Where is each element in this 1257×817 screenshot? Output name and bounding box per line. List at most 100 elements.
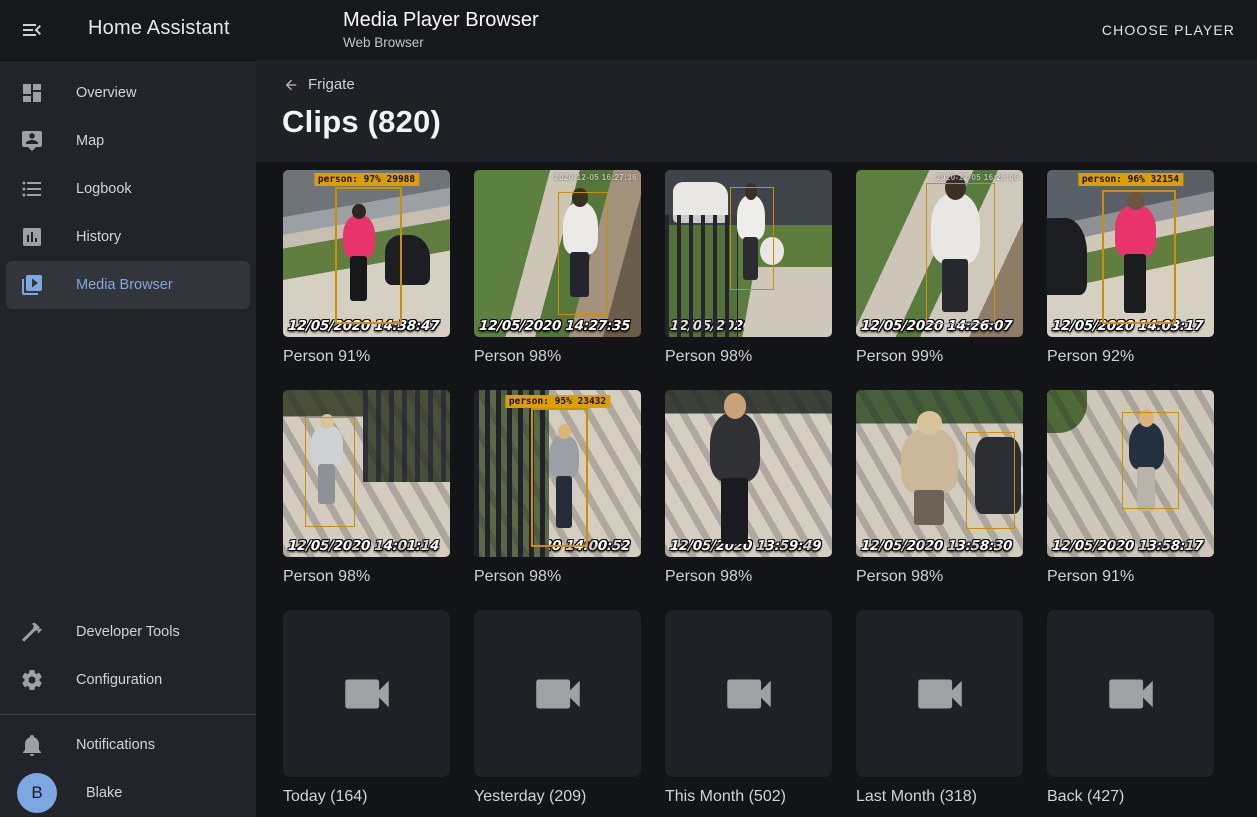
clips-title: Clips (820) xyxy=(282,104,441,140)
sidebar-item-label: Logbook xyxy=(76,181,132,197)
sidebar-item-overview[interactable]: Overview xyxy=(6,69,250,117)
detection-bounding-box xyxy=(1122,412,1179,509)
clip-card: 12/05/2020 13:59:49 Person 98% xyxy=(665,390,832,588)
folder-card-this-month: This Month (502) xyxy=(665,610,832,808)
folder-tile[interactable] xyxy=(856,610,1023,777)
sidebar-bottom-nav: Developer Tools Configuration Notificati… xyxy=(0,600,256,817)
stroller-figure xyxy=(1047,218,1087,295)
hammer-icon xyxy=(20,620,44,644)
folder-tile[interactable] xyxy=(1047,610,1214,777)
app-window: Home Assistant Media Player Browser Web … xyxy=(0,0,1257,817)
camera-timestamp: 2020-12-05 16:27:36 xyxy=(554,173,637,182)
arrow-left-icon xyxy=(283,77,299,93)
page-subtitle: Web Browser xyxy=(343,35,539,50)
page-title: Media Player Browser xyxy=(343,9,539,32)
clip-thumbnail[interactable]: 12/05/2020 13:59:49 xyxy=(665,390,832,557)
detection-bounding-box xyxy=(1102,190,1175,324)
clip-timestamp: 12/05/2020 13:58:17 xyxy=(1051,538,1203,554)
clip-thumbnail[interactable]: person: 95% 23432 12/05/2020 14:00:52 xyxy=(474,390,641,557)
sidebar-item-user-profile[interactable]: B Blake xyxy=(6,769,250,817)
play-box-multiple-icon xyxy=(20,273,44,297)
sidebar-item-label: Configuration xyxy=(76,672,162,688)
app-title: Home Assistant xyxy=(88,17,230,40)
clip-card: person: 97% 29988 12/05/2020 14:38:47 Pe… xyxy=(283,170,450,368)
folder-label: This Month (502) xyxy=(665,786,832,808)
video-camera-icon xyxy=(720,665,778,723)
video-camera-icon xyxy=(529,665,587,723)
folder-tile[interactable] xyxy=(474,610,641,777)
clip-thumbnail[interactable]: person: 97% 29988 12/05/2020 14:38:47 xyxy=(283,170,450,337)
sidebar-item-label: Developer Tools xyxy=(76,624,180,640)
clip-card: 12/05/2020 13:58:17 Person 91% xyxy=(1047,390,1214,588)
folder-label: Yesterday (209) xyxy=(474,786,641,808)
clip-caption: Person 98% xyxy=(474,346,641,368)
sidebar-item-notifications[interactable]: Notifications xyxy=(6,721,250,769)
clip-caption: Person 92% xyxy=(1047,346,1214,368)
sidebar-item-map[interactable]: Map xyxy=(6,117,250,165)
folder-label: Today (164) xyxy=(283,786,450,808)
video-camera-icon xyxy=(338,665,396,723)
folder-card-yesterday: Yesterday (209) xyxy=(474,610,641,808)
media-grid: person: 97% 29988 12/05/2020 14:38:47 Pe… xyxy=(283,170,1257,808)
clip-timestamp: 12/05/2020 14:27:35 xyxy=(478,318,630,334)
folder-tile[interactable] xyxy=(283,610,450,777)
sidebar-item-label: Notifications xyxy=(76,737,155,753)
clip-card: 2020-12-05 16:26:06 12/05/2020 14:26:07 … xyxy=(856,170,1023,368)
clip-card: 12/05/2020 13:58:30 Person 98% xyxy=(856,390,1023,588)
sidebar-nav: Overview Map Logbook History xyxy=(0,61,256,309)
sidebar-item-configuration[interactable]: Configuration xyxy=(6,656,250,704)
detection-label: person: 96% 32154 xyxy=(1078,173,1183,186)
list-icon xyxy=(20,177,44,201)
video-camera-icon xyxy=(1102,665,1160,723)
clip-card: 2020-12-05 16:27:36 12/05/2020 14:27:35 … xyxy=(474,170,641,368)
clip-caption: Person 91% xyxy=(283,346,450,368)
clip-thumbnail[interactable]: 12/05/2020 13:58:30 xyxy=(856,390,1023,557)
folder-tile[interactable] xyxy=(665,610,832,777)
fence-figure xyxy=(363,390,450,482)
clip-caption: Person 98% xyxy=(665,566,832,588)
clip-thumbnail[interactable]: person: 96% 32154 12/05/2020 14:03:17 xyxy=(1047,170,1214,337)
sidebar-item-history[interactable]: History xyxy=(6,213,250,261)
video-camera-icon xyxy=(911,665,969,723)
clip-thumbnail[interactable]: 12/05/2020 14:01:14 xyxy=(283,390,450,557)
clip-thumbnail[interactable]: 2020-12-05 16:27:36 12/05/2020 14:27:35 xyxy=(474,170,641,337)
detection-bounding-box xyxy=(558,192,608,316)
avatar: B xyxy=(17,773,57,813)
folder-card-today: Today (164) xyxy=(283,610,450,808)
top-bar: Home Assistant Media Player Browser Web … xyxy=(0,0,1257,60)
sidebar-item-label: History xyxy=(76,229,121,245)
bush-figure xyxy=(1047,390,1087,433)
chart-box-icon xyxy=(20,225,44,249)
menu-open-icon[interactable] xyxy=(20,18,44,42)
breadcrumb-frigate[interactable]: Frigate xyxy=(283,76,355,93)
sidebar-item-logbook[interactable]: Logbook xyxy=(6,165,250,213)
page-header: Media Player Browser Web Browser xyxy=(343,9,539,50)
clip-timestamp: 12/05/2020 14:01:14 xyxy=(287,538,439,554)
fence-figure xyxy=(665,215,738,337)
clip-card: person: 95% 23432 12/05/2020 14:00:52 Pe… xyxy=(474,390,641,588)
choose-player-button[interactable]: CHOOSE PLAYER xyxy=(1096,18,1241,42)
clip-thumbnail[interactable]: 2020-12-05 16:26:06 12/05/2020 14:26:07 xyxy=(856,170,1023,337)
sidebar: Overview Map Logbook History xyxy=(0,60,256,817)
sidebar-divider xyxy=(0,714,256,715)
clip-thumbnail[interactable]: 12/05/2020 13:58:17 xyxy=(1047,390,1214,557)
clip-thumbnail[interactable]: 12/05/2020 14:26:46 xyxy=(665,170,832,337)
folder-card-back: Back (427) xyxy=(1047,610,1214,808)
clip-card: 12/05/2020 14:01:14 Person 98% xyxy=(283,390,450,588)
sidebar-item-label: Overview xyxy=(76,85,136,101)
folder-card-last-month: Last Month (318) xyxy=(856,610,1023,808)
gear-icon xyxy=(20,668,44,692)
user-name: Blake xyxy=(86,785,122,801)
clip-caption: Person 99% xyxy=(856,346,1023,368)
clip-card: 12/05/2020 14:26:46 Person 98% xyxy=(665,170,832,368)
person-figure xyxy=(710,412,760,482)
detection-bounding-box xyxy=(305,417,355,527)
person-figure xyxy=(901,428,958,493)
detection-bounding-box xyxy=(335,187,402,324)
sidebar-item-developer-tools[interactable]: Developer Tools xyxy=(6,608,250,656)
bell-icon xyxy=(20,733,44,757)
detection-bounding-box xyxy=(531,408,588,547)
detection-bounding-box xyxy=(730,187,773,291)
sidebar-item-label: Media Browser xyxy=(76,277,173,293)
sidebar-item-media-browser[interactable]: Media Browser xyxy=(6,261,250,309)
